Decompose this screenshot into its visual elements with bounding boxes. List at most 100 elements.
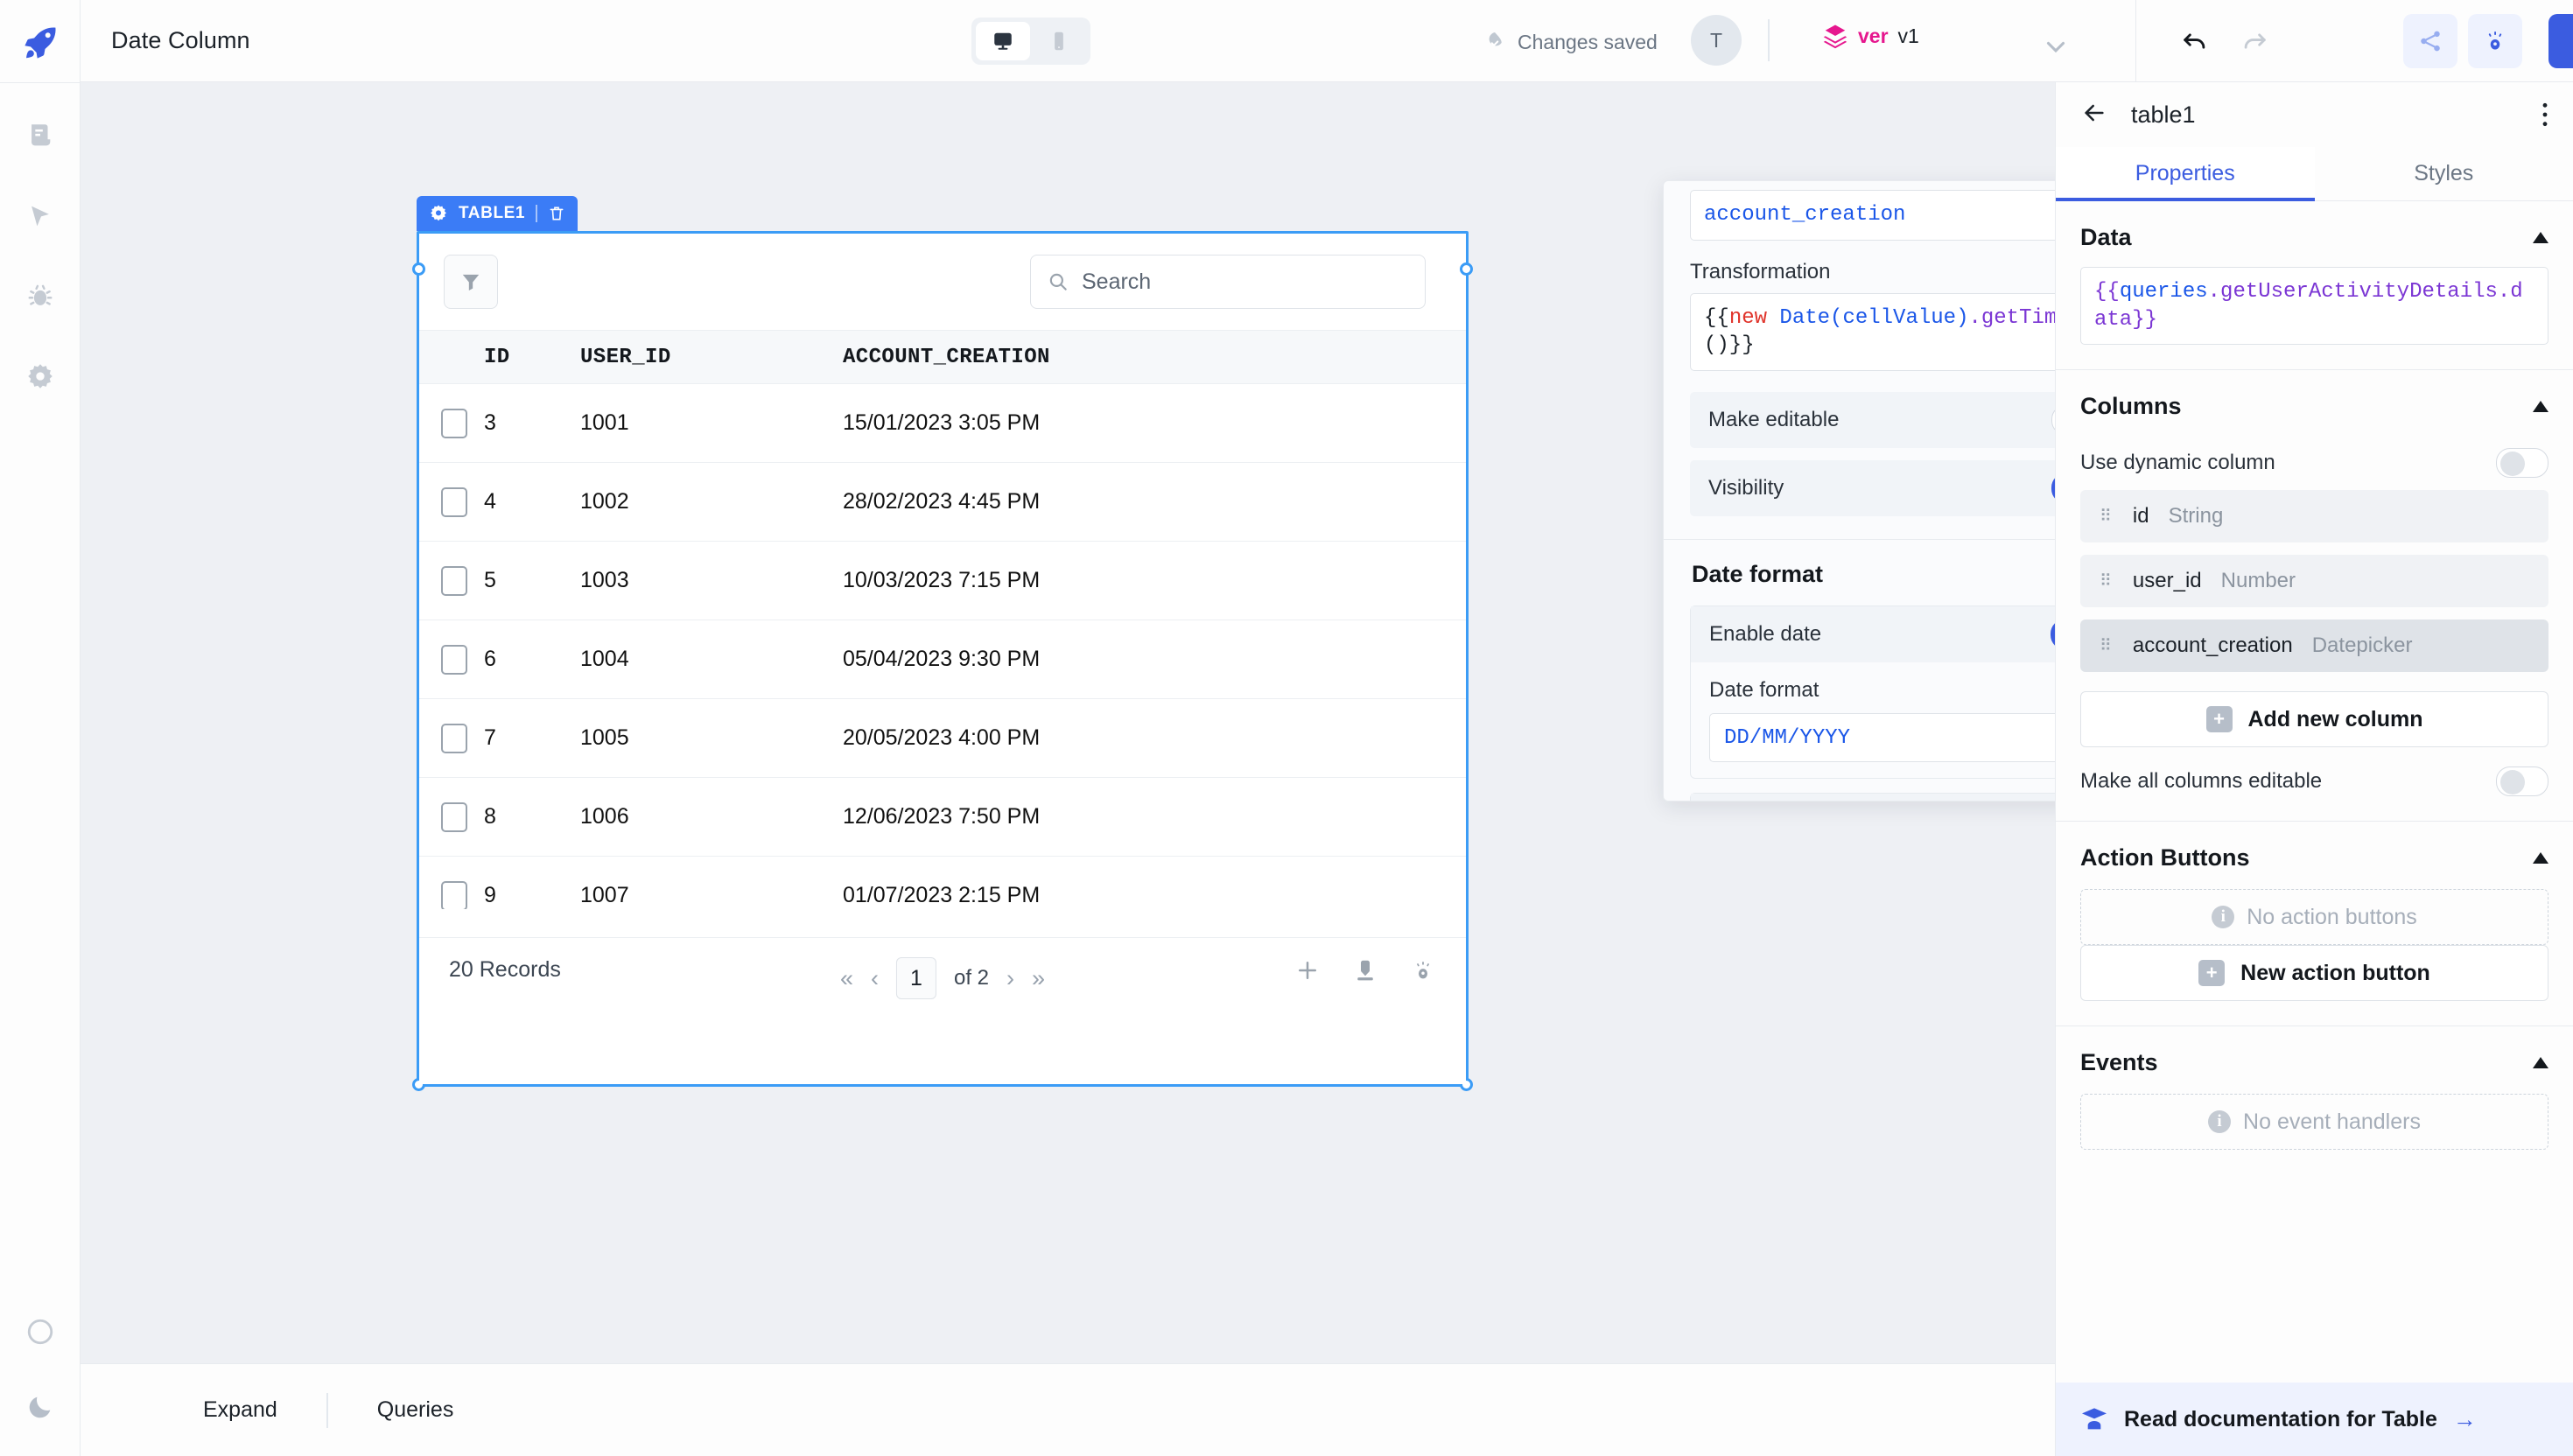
- tag-divider: [536, 205, 538, 222]
- undo-icon[interactable]: [2177, 24, 2212, 59]
- chevron-down-icon[interactable]: [2041, 32, 2071, 66]
- table-row[interactable]: 7 1005 20/05/2023 4:00 PM: [419, 699, 1466, 778]
- columns-section-header[interactable]: Columns: [2080, 393, 2548, 420]
- back-arrow-icon[interactable]: [2080, 99, 2108, 131]
- tab-properties[interactable]: Properties: [2056, 147, 2315, 201]
- use-dynamic-column-toggle[interactable]: [2496, 448, 2548, 479]
- table-row[interactable]: 9 1007 01/07/2023 2:15 PM: [419, 857, 1466, 909]
- next-page-button[interactable]: ›: [1006, 965, 1014, 992]
- cell-user-id: 1006: [580, 804, 629, 829]
- expand-button[interactable]: Expand: [203, 1397, 277, 1423]
- column-header-user-id[interactable]: USER_ID: [580, 346, 843, 369]
- date-format-input[interactable]: DD/MM/YYYY: [1709, 713, 2103, 763]
- add-new-column-button[interactable]: + Add new column: [2080, 691, 2548, 748]
- top-bar: Date Column Changes saved T ver v1: [81, 0, 2573, 82]
- row-checkbox[interactable]: [441, 565, 467, 596]
- table-row[interactable]: 6 1004 05/04/2023 9:30 PM: [419, 620, 1466, 699]
- release-button[interactable]: Release: [2548, 14, 2573, 68]
- row-checkbox-cell: [419, 486, 484, 517]
- first-page-button[interactable]: «: [840, 965, 853, 992]
- cursor-pointer-icon[interactable]: [23, 199, 58, 234]
- row-checkbox[interactable]: [441, 408, 467, 438]
- make-all-editable-toggle[interactable]: [2496, 766, 2548, 797]
- bug-debug-icon[interactable]: [23, 279, 58, 314]
- column-item-account-creation[interactable]: ⠿ account_creation Datepicker: [2080, 620, 2548, 673]
- graduation-cap-icon: [2082, 1408, 2107, 1430]
- download-icon[interactable]: [1352, 957, 1378, 988]
- events-section-header[interactable]: Events: [2080, 1049, 2548, 1076]
- table-row[interactable]: 3 1001 15/01/2023 3:05 PM: [419, 384, 1466, 463]
- device-desktop-button[interactable]: [976, 22, 1030, 60]
- table-row[interactable]: 8 1006 12/06/2023 7:50 PM: [419, 778, 1466, 857]
- rail-items: [23, 118, 58, 395]
- collapse-caret-icon: [2533, 401, 2548, 413]
- row-checkbox[interactable]: [441, 723, 467, 753]
- help-icon[interactable]: [23, 1314, 58, 1349]
- data-section-header[interactable]: Data: [2080, 224, 2548, 251]
- device-mobile-button[interactable]: [1033, 22, 1087, 60]
- cell-id: 4: [484, 489, 496, 514]
- queries-button[interactable]: Queries: [377, 1397, 454, 1423]
- drag-handle-icon[interactable]: ⠿: [2100, 508, 2114, 525]
- version-selector[interactable]: ver v1: [1822, 23, 1919, 49]
- cell-user-id: 1005: [580, 725, 629, 750]
- rail-bottom-items: [23, 1314, 58, 1424]
- search-input[interactable]: Search: [1030, 255, 1426, 309]
- documentation-link[interactable]: Read documentation for Table →: [2056, 1382, 2573, 1456]
- row-checkbox-cell: [419, 802, 484, 832]
- page-number-input[interactable]: 1: [895, 957, 936, 999]
- code-part-2: new: [1728, 305, 1768, 330]
- gear-settings-icon[interactable]: [23, 360, 58, 395]
- use-dynamic-column-row: Use dynamic column: [2080, 448, 2548, 479]
- table-widget-frame[interactable]: Search ID USER_ID ACCOUNT_CREATION 3 100…: [412, 231, 1473, 1091]
- cell-user-id: 1001: [580, 410, 629, 435]
- rocket-logo-icon[interactable]: [15, 18, 66, 68]
- row-checkbox[interactable]: [441, 486, 467, 517]
- table-row[interactable]: 4 1002 28/02/2023 4:45 PM: [419, 463, 1466, 542]
- cell-account-creation: 01/07/2023 2:15 PM: [843, 883, 1041, 907]
- drag-handle-icon[interactable]: ⠿: [2100, 638, 2114, 654]
- eye-icon[interactable]: [1410, 957, 1436, 988]
- action-buttons-section-header[interactable]: Action Buttons: [2080, 844, 2548, 872]
- preview-button[interactable]: [2468, 14, 2522, 68]
- left-rail: [0, 0, 81, 1456]
- widget-title[interactable]: table1: [2131, 102, 2196, 129]
- last-page-button[interactable]: »: [1032, 965, 1045, 992]
- row-checkbox[interactable]: [441, 644, 467, 675]
- canvas-surface[interactable]: TABLE1 Search ID USER_ID ACCOUNT_CREATIO…: [95, 82, 2149, 1363]
- row-checkbox[interactable]: [441, 802, 467, 832]
- info-icon: i: [2212, 906, 2235, 929]
- prev-page-button[interactable]: ‹: [871, 965, 879, 992]
- filter-button[interactable]: [444, 255, 498, 309]
- more-vertical-icon[interactable]: [2541, 100, 2548, 130]
- date-format-section-title: Date format: [1692, 561, 1824, 588]
- column-header-account-creation[interactable]: ACCOUNT_CREATION: [843, 346, 1466, 369]
- resize-handle-top-left[interactable]: [412, 262, 425, 276]
- widget-name-tag[interactable]: TABLE1: [417, 196, 578, 231]
- column-item-user-id[interactable]: ⠿ user_id Number: [2080, 555, 2548, 608]
- pages-icon[interactable]: [23, 118, 58, 153]
- drag-handle-icon[interactable]: ⠿: [2100, 573, 2114, 590]
- collapse-caret-icon: [2533, 232, 2548, 243]
- table-widget: TABLE1 Search ID USER_ID ACCOUNT_CREATIO…: [412, 196, 1473, 1091]
- action-buttons-section: Action Buttons i No action buttons + New…: [2056, 822, 2573, 1002]
- table-data-code-editor[interactable]: {{queries.getUserActivityDetails.data}}: [2080, 267, 2548, 346]
- resize-handle-top-right[interactable]: [1460, 262, 1473, 276]
- tab-styles[interactable]: Styles: [2315, 147, 2573, 200]
- column-header-id[interactable]: ID: [484, 346, 580, 369]
- row-checkbox[interactable]: [441, 880, 467, 909]
- add-row-icon[interactable]: [1294, 957, 1321, 988]
- share-button[interactable]: [2403, 14, 2457, 68]
- data-code-part-1: {{: [2094, 280, 2120, 304]
- table-row[interactable]: 5 1003 10/03/2023 7:15 PM: [419, 542, 1466, 620]
- avatar[interactable]: T: [1691, 15, 1742, 66]
- dark-mode-moon-icon[interactable]: [23, 1390, 58, 1424]
- version-value: v1: [1897, 24, 1919, 47]
- device-preview-toggle: [971, 18, 1090, 65]
- new-action-button[interactable]: + New action button: [2080, 945, 2548, 1002]
- column-item-type: Datepicker: [2311, 634, 2413, 658]
- bottom-bar: Expand Queries: [81, 1363, 2055, 1456]
- new-action-button-label: New action button: [2240, 960, 2430, 985]
- redo-icon[interactable]: [2237, 24, 2272, 59]
- column-item-id[interactable]: ⠿ id String: [2080, 490, 2548, 543]
